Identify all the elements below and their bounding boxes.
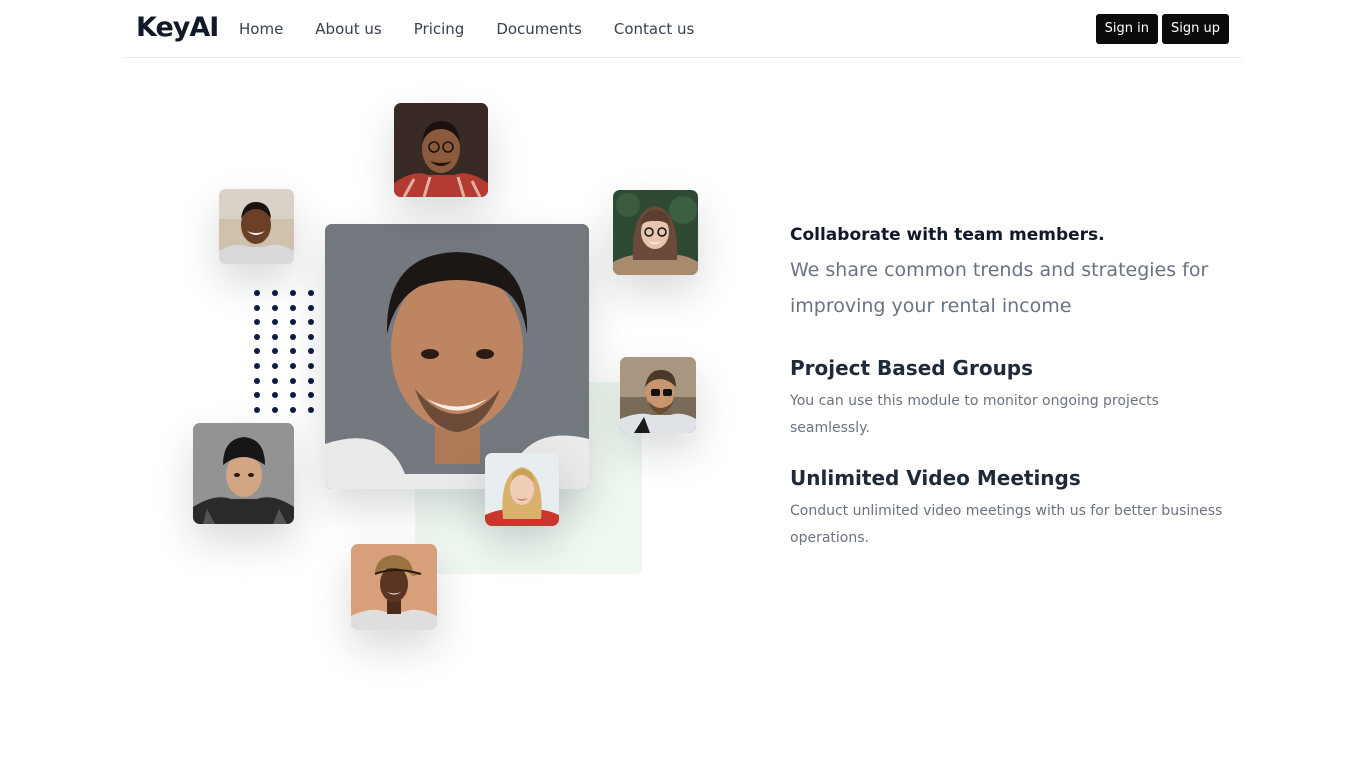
- decorative-dot: [272, 406, 278, 413]
- feature-description: Conduct unlimited video meetings with us…: [790, 503, 1223, 546]
- decorative-dot: [308, 392, 314, 399]
- team-member-photo-cap: [351, 544, 437, 630]
- feature-video-meetings: Unlimited Video Meetings Conduct unlimit…: [790, 464, 1230, 552]
- team-member-photo-bangs: [613, 190, 698, 275]
- nav-link-contact[interactable]: Contact us: [614, 20, 694, 38]
- decorative-dot: [308, 377, 314, 384]
- sign-up-button[interactable]: Sign up: [1162, 14, 1229, 44]
- decorative-dot: [308, 319, 314, 326]
- decorative-dot: [308, 333, 314, 340]
- team-member-photo-smiling: [219, 189, 294, 264]
- nav-actions: Sign in Sign up: [1095, 14, 1229, 44]
- nav-links: Home About us Pricing Documents Contact …: [239, 0, 726, 57]
- decorative-dot: [290, 348, 296, 355]
- feature-project-groups: Project Based Groups You can use this mo…: [790, 354, 1230, 442]
- team-member-photo-blonde: [485, 453, 559, 526]
- navbar: KeyAI Home About us Pricing Documents Co…: [125, 0, 1241, 58]
- nav-link-home[interactable]: Home: [239, 20, 283, 38]
- logo[interactable]: KeyAI: [136, 8, 219, 48]
- decorative-dot: [254, 319, 260, 326]
- decorative-dot: [272, 363, 278, 369]
- decorative-dot: [290, 406, 296, 413]
- decorative-dot: [290, 304, 296, 311]
- decorative-dot-grid: [254, 290, 318, 413]
- nav-link-pricing[interactable]: Pricing: [414, 20, 465, 38]
- decorative-dot: [254, 290, 260, 296]
- decorative-dot: [290, 333, 296, 340]
- section-lead: We share common trends and strategies fo…: [790, 259, 1209, 317]
- decorative-dot: [290, 392, 296, 399]
- decorative-dot: [272, 319, 278, 326]
- sign-in-button[interactable]: Sign in: [1095, 14, 1159, 44]
- decorative-dot: [308, 406, 314, 413]
- section-kicker: Collaborate with team members.: [790, 225, 1105, 245]
- team-member-photo-sunglasses: [620, 357, 696, 433]
- decorative-dot: [254, 406, 260, 413]
- decorative-dot: [308, 304, 314, 311]
- decorative-dot: [290, 363, 296, 369]
- decorative-dot: [308, 290, 314, 296]
- decorative-dot: [254, 304, 260, 311]
- feature-title: Project Based Groups: [790, 356, 1034, 380]
- decorative-dot: [254, 363, 260, 369]
- team-photo-collage: [150, 80, 750, 720]
- decorative-dot: [272, 377, 278, 384]
- decorative-dot: [254, 333, 260, 340]
- nav-link-documents[interactable]: Documents: [496, 20, 582, 38]
- decorative-dot: [254, 348, 260, 355]
- decorative-dot: [272, 333, 278, 340]
- decorative-dot: [290, 319, 296, 326]
- decorative-dot: [254, 392, 260, 399]
- feature-title: Unlimited Video Meetings: [790, 466, 1081, 490]
- decorative-dot: [290, 290, 296, 296]
- decorative-dot: [272, 348, 278, 355]
- decorative-dot: [272, 392, 278, 399]
- team-member-photo-beanie: [193, 423, 294, 524]
- decorative-dot: [272, 304, 278, 311]
- decorative-dot: [290, 377, 296, 384]
- team-member-photo-glasses: [394, 103, 488, 197]
- decorative-dot: [254, 377, 260, 384]
- decorative-dot: [308, 348, 314, 355]
- nav-link-about[interactable]: About us: [315, 20, 381, 38]
- features-section: Collaborate with team members. We share …: [790, 222, 1240, 546]
- decorative-dot: [308, 363, 314, 369]
- main-team-member-photo: [325, 224, 589, 489]
- feature-description: You can use this module to monitor ongoi…: [790, 393, 1159, 436]
- decorative-dot: [272, 290, 278, 296]
